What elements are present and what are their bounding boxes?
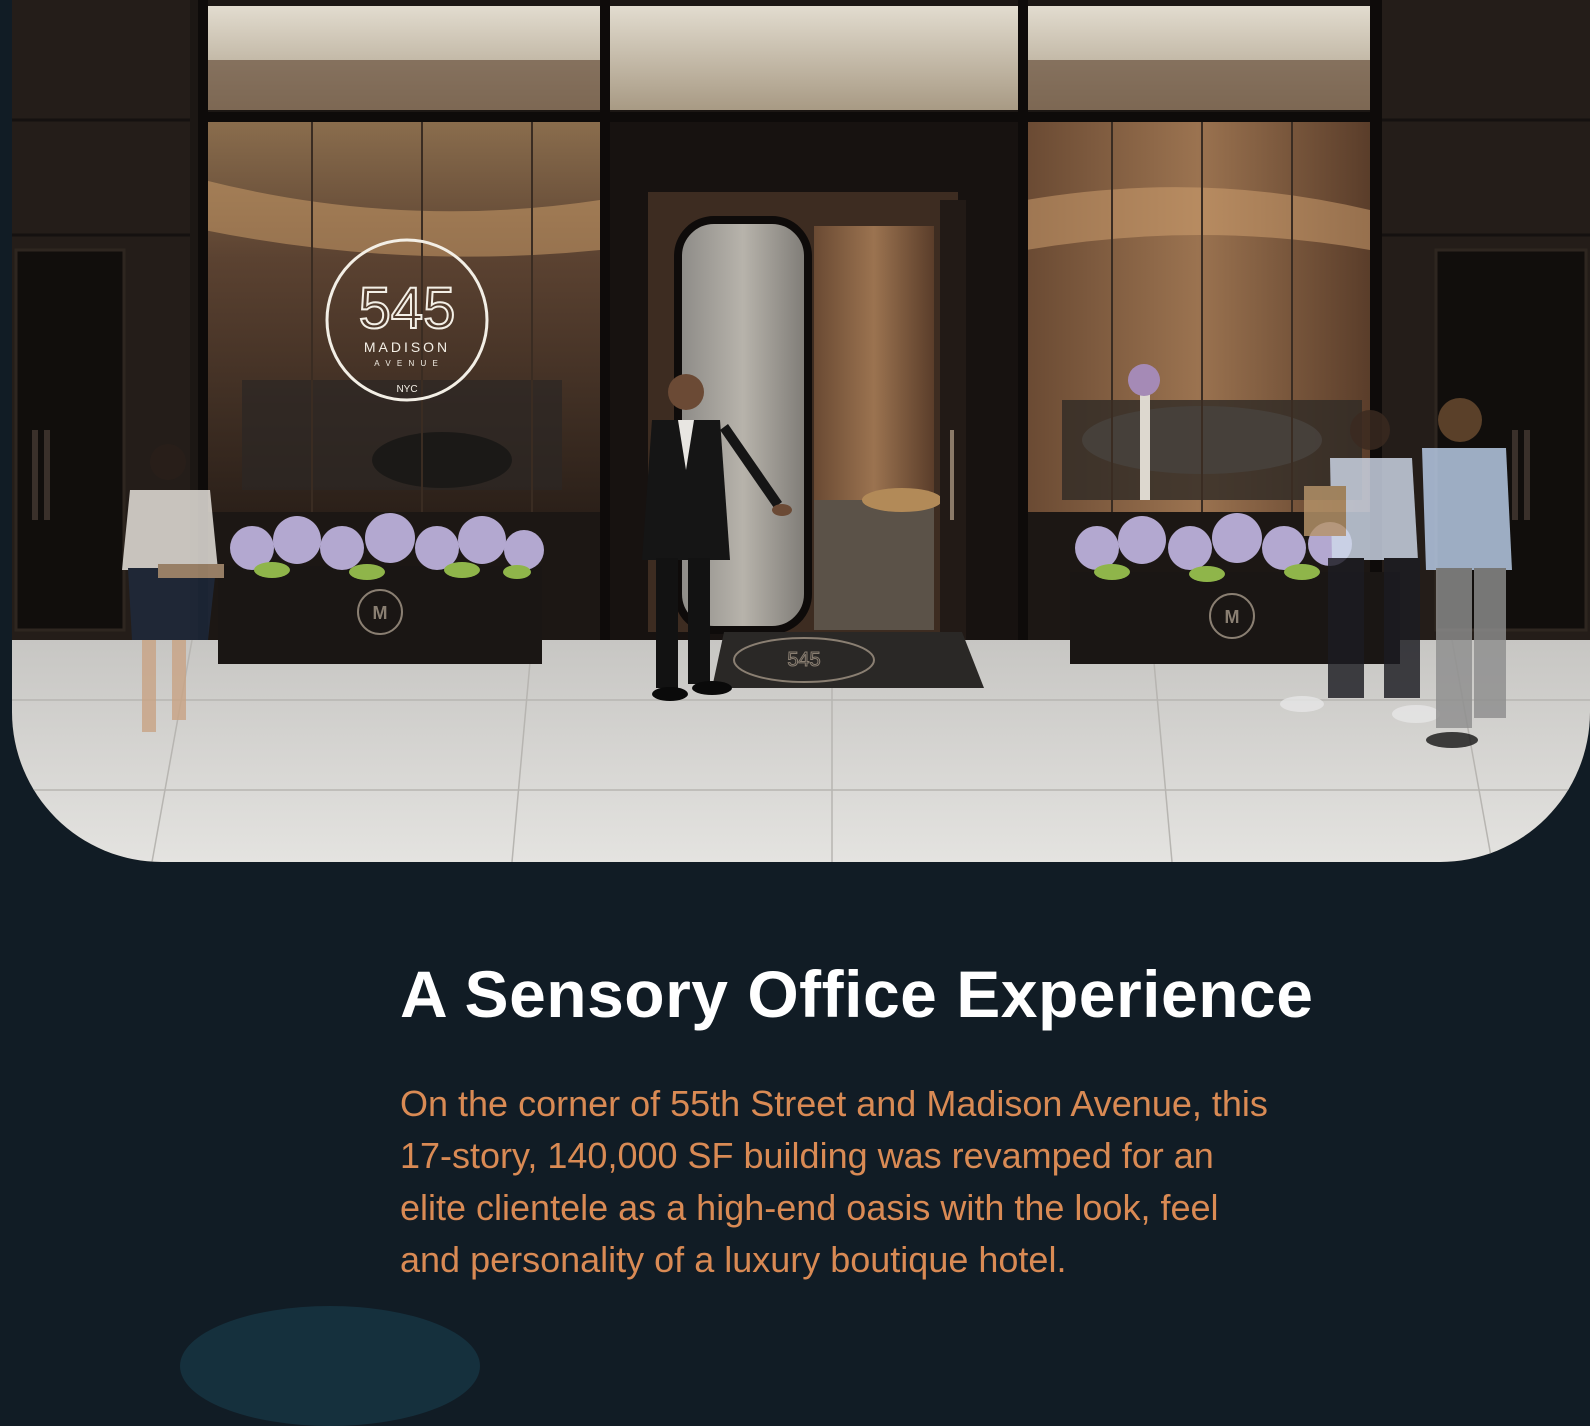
planter-logo-left: M [373, 603, 388, 623]
neon-number: 545 [359, 276, 456, 341]
body-copy: On the corner of 55th Street and Madison… [400, 1078, 1400, 1286]
body-line: and personality of a luxury boutique hot… [400, 1239, 1067, 1280]
mat-logo: 545 [787, 649, 820, 671]
left-planter: M [218, 513, 544, 664]
neon-street: MADISON [364, 339, 450, 355]
hero-photo: 545 MADISON A V E N U E NYC 545 M M [12, 0, 1590, 862]
decorative-arc [180, 1306, 480, 1426]
neon-city: NYC [396, 384, 417, 395]
body-line: 17-story, 140,000 SF building was revamp… [400, 1135, 1214, 1176]
open-glass-door [940, 200, 966, 640]
headline: A Sensory Office Experience [400, 957, 1314, 1031]
body-line: elite clientele as a high-end oasis with… [400, 1187, 1219, 1228]
neon-avenue: A V E N U E [374, 359, 440, 368]
transom-center [606, 6, 1020, 110]
entrance-mat: 545 [712, 632, 984, 688]
body-line: On the corner of 55th Street and Madison… [400, 1083, 1268, 1124]
planter-logo-right: M [1225, 607, 1240, 627]
